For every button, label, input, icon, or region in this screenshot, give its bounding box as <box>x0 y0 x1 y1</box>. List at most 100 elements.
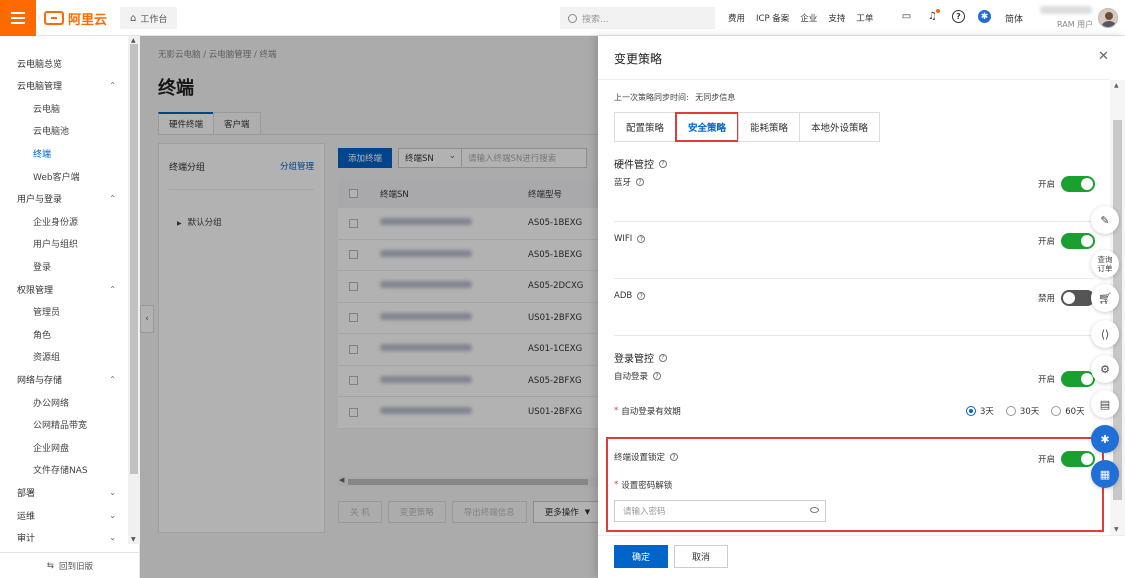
bell-icon[interactable]: ♫ <box>926 9 940 23</box>
scroll-down-icon[interactable]: ▼ <box>131 536 136 543</box>
sidebar-item-21[interactable]: 审计 ⌄ <box>0 527 128 549</box>
tab-power-policy[interactable]: 能耗策略 <box>738 112 801 142</box>
top-link-billing[interactable]: 费用 <box>728 12 745 24</box>
back-to-old-version[interactable]: ⇆ 回到旧版 <box>0 552 140 578</box>
brand-logo[interactable]: 阿里云 <box>44 9 107 28</box>
password-placeholder: 请输入密码 <box>623 507 666 517</box>
sidebar-item-12[interactable]: 角色 <box>0 323 128 345</box>
sidebar-item-16[interactable]: 公网精品带宽 <box>0 414 128 436</box>
radio-3-days[interactable]: 3天 <box>966 405 994 417</box>
help-icon[interactable]: ? <box>637 292 646 300</box>
chevron-down-icon[interactable]: ⌄ <box>109 511 116 520</box>
cart-icon[interactable]: 🛒︎ <box>1091 284 1119 312</box>
assistant-icon[interactable]: ✱ <box>1091 425 1119 453</box>
chevron-down-icon[interactable]: ⌄ <box>109 533 116 542</box>
cancel-button[interactable]: 取消 <box>674 545 728 568</box>
scroll-up-icon[interactable]: ▲ <box>131 37 136 44</box>
sidebar-scrollbar[interactable]: ▲ ▼ <box>128 36 140 544</box>
help-icon[interactable]: ? <box>653 372 662 380</box>
scroll-down-icon[interactable]: ▼ <box>1114 526 1119 533</box>
confirm-button[interactable]: 确定 <box>614 545 668 568</box>
sidebar-item-label: 网络与存储 <box>17 375 63 386</box>
help-icon[interactable]: ? <box>636 178 645 186</box>
search-icon <box>568 13 577 23</box>
help-icon[interactable]: ? <box>659 353 667 362</box>
adb-switch[interactable] <box>1061 290 1096 306</box>
help-icon[interactable]: ? <box>670 453 679 461</box>
auto-login-switch[interactable] <box>1061 371 1096 387</box>
wifi-state: 开启 <box>1038 237 1056 247</box>
sidebar-item-11[interactable]: 管理员 <box>0 301 128 323</box>
modal-overlay[interactable] <box>140 36 598 578</box>
hamburger-menu-icon[interactable] <box>0 0 36 36</box>
sidebar-item-19[interactable]: 部署 ⌄ <box>0 481 128 503</box>
policy-tabs: 配置策略 安全策略 能耗策略 本地外设策略 <box>614 112 881 142</box>
help-icon[interactable]: ? <box>952 10 965 23</box>
sidebar-item-3[interactable]: 云电脑池 <box>0 120 128 142</box>
sidebar-item-6[interactable]: 用户与登录 ⌃ <box>0 188 128 210</box>
top-link-support[interactable]: 支持 <box>828 12 845 24</box>
drawer-title: 变更策略 <box>614 52 663 66</box>
tab-peripheral-policy[interactable]: 本地外设策略 <box>799 112 881 142</box>
edit-icon[interactable]: ✎ <box>1091 206 1119 234</box>
auto-login-text: 自动登录 <box>614 372 649 382</box>
auto-login-toggle-group: 开启 <box>1038 371 1096 387</box>
adb-label: ADB? <box>614 291 646 301</box>
chevron-up-icon[interactable]: ⌃ <box>109 194 116 203</box>
gear-icon[interactable]: ⚙ <box>1091 355 1119 383</box>
eye-icon[interactable] <box>810 507 819 513</box>
apps-grid-icon[interactable]: ▦ <box>1091 460 1119 488</box>
app-icon[interactable]: ✱ <box>978 10 991 23</box>
aliyun-logo-icon <box>44 11 64 25</box>
password-input[interactable]: 请输入密码 <box>614 500 826 522</box>
sidebar-item-4[interactable]: 终端 <box>0 142 128 164</box>
order-query-button[interactable]: 查询 订单 <box>1091 250 1119 278</box>
sidebar-item-18[interactable]: 文件存储NAS <box>0 459 128 481</box>
top-link-enterprise[interactable]: 企业 <box>800 12 817 24</box>
sidebar-item-15[interactable]: 办公网络 <box>0 391 128 413</box>
terminal-icon[interactable]: ▭ <box>900 10 913 23</box>
chevron-up-icon[interactable]: ⌃ <box>109 81 116 90</box>
bluetooth-switch[interactable] <box>1061 176 1096 192</box>
tab-security-policy[interactable]: 安全策略 <box>675 112 740 142</box>
sidebar-item-14[interactable]: 网络与存储 ⌃ <box>0 368 128 390</box>
sidebar-item-5[interactable]: Web客户端 <box>0 165 128 187</box>
sidebar-item-17[interactable]: 企业网盘 <box>0 436 128 458</box>
sidebar-item-10[interactable]: 权限管理 ⌃ <box>0 278 128 300</box>
sidebar-item-0[interactable]: 云电脑总览 <box>0 52 128 74</box>
sidebar-item-20[interactable]: 运维 ⌄ <box>0 504 128 526</box>
radio-60-days[interactable]: 60天 <box>1051 405 1085 417</box>
sidebar-item-2[interactable]: 云电脑 <box>0 97 128 119</box>
language-switch[interactable]: 简体 <box>1005 12 1023 25</box>
sidebar-item-8[interactable]: 用户与组织 <box>0 233 128 255</box>
chevron-up-icon[interactable]: ⌃ <box>109 375 116 384</box>
device-lock-switch[interactable] <box>1061 451 1096 467</box>
sidebar-scroll-thumb[interactable] <box>130 44 138 474</box>
chevron-down-icon[interactable]: ⌄ <box>109 488 116 497</box>
sidebar-item-7[interactable]: 企业身份源 <box>0 210 128 232</box>
wifi-switch[interactable] <box>1061 233 1096 249</box>
close-icon[interactable]: ✕ <box>1098 49 1109 64</box>
avatar[interactable] <box>1098 8 1118 28</box>
global-search-input[interactable]: 搜索... <box>560 7 715 29</box>
last-sync-info: 上一次策略同步时间: 无同步信息 <box>614 92 735 103</box>
chat-icon[interactable]: ▤ <box>1091 390 1119 418</box>
top-link-ticket[interactable]: 工单 <box>856 12 873 24</box>
scroll-up-icon[interactable]: ▲ <box>1114 82 1119 89</box>
wifi-toggle-group: 开启 <box>1038 233 1096 249</box>
sidebar-item-1[interactable]: 云电脑管理 ⌃ <box>0 75 128 97</box>
code-icon[interactable]: ⟨⟩ <box>1091 320 1119 348</box>
sidebar-item-9[interactable]: 登录 <box>0 255 128 277</box>
sidebar-item-label: 资源组 <box>33 353 61 364</box>
sidebar-item-label: 公网精品带宽 <box>33 421 88 432</box>
help-icon[interactable]: ? <box>659 159 667 168</box>
adb-toggle-group: 禁用 <box>1038 290 1096 306</box>
divider <box>598 535 1125 536</box>
chevron-up-icon[interactable]: ⌃ <box>109 285 116 294</box>
tab-config-policy[interactable]: 配置策略 <box>614 112 677 142</box>
sidebar-item-13[interactable]: 资源组 <box>0 346 128 368</box>
top-link-icp[interactable]: ICP 备案 <box>756 12 789 24</box>
help-icon[interactable]: ? <box>637 235 646 243</box>
radio-30-days[interactable]: 30天 <box>1005 405 1039 417</box>
workbench-button[interactable]: ⌂ 工作台 <box>120 7 178 29</box>
